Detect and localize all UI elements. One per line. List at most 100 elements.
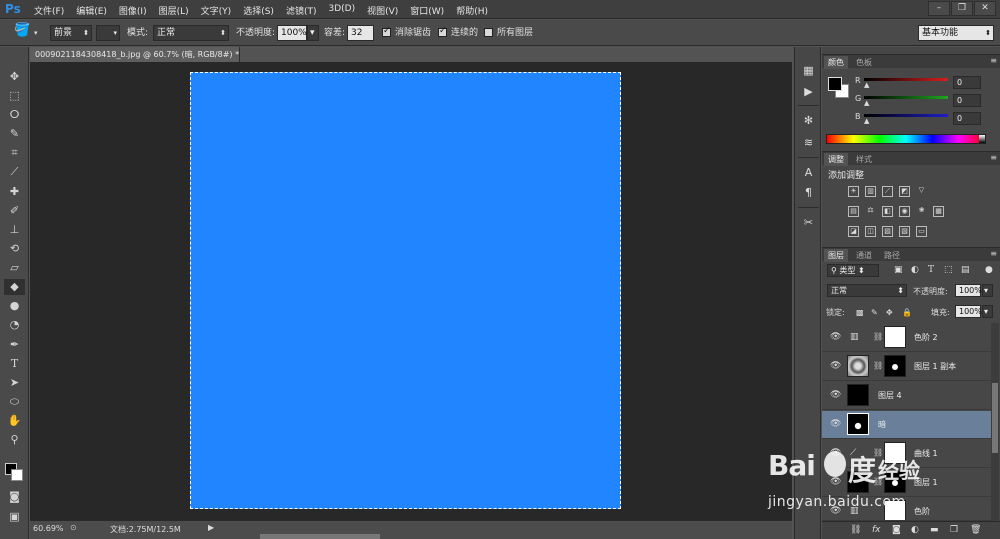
blue-value-input[interactable]: 0 [953, 112, 981, 125]
selective-color-icon[interactable]: ▧ [899, 226, 910, 237]
blur-tool-icon[interactable]: ● [4, 298, 25, 314]
paragraph-panel-icon[interactable]: ¶ [800, 185, 817, 201]
menu-filter[interactable]: 滤镜(T) [286, 4, 317, 17]
filter-toggle-icon[interactable]: ● [985, 265, 993, 275]
visibility-eye-icon[interactable]: 👁 [830, 419, 841, 429]
layer-thumbnail[interactable] [847, 355, 869, 377]
ellipse-tool-icon[interactable]: ⬭ [4, 394, 25, 410]
fx-icon[interactable]: fx [872, 525, 881, 535]
preset-chevron-down-icon[interactable]: ▾ [34, 26, 38, 40]
minimize-button[interactable]: – [928, 1, 950, 16]
gradient-map-triangle-icon[interactable]: ▽ [916, 186, 927, 197]
canvas[interactable] [190, 72, 621, 509]
layers-scrollbar[interactable] [991, 323, 999, 521]
document-tab[interactable]: 0009021184308418_b.jpg @ 60.7% (暗, RGB/8… [30, 47, 240, 62]
threshold-icon[interactable]: ▨ [882, 226, 893, 237]
type-tool-icon[interactable]: T [4, 356, 25, 372]
green-slider[interactable] [864, 96, 948, 99]
mask-icon[interactable]: ◙ [892, 525, 901, 535]
gradient-map-icon[interactable]: ▭ [916, 226, 927, 237]
layer-name[interactable]: 图层 4 [878, 390, 902, 401]
menu-3d[interactable]: 3D(D) [328, 4, 355, 17]
foreground-color-swatch[interactable] [828, 77, 842, 91]
lock-transparent-icon[interactable]: ▩ [856, 308, 864, 317]
menu-file[interactable]: 文件(F) [34, 4, 64, 17]
quick-mask-icon[interactable]: ◙ [4, 489, 25, 505]
posterize-icon[interactable]: ◫ [865, 226, 876, 237]
adjustment-icon[interactable]: ◐ [911, 525, 919, 535]
layer-name[interactable]: 图层 1 副本 [914, 361, 956, 372]
clone-stamp-tool-icon[interactable]: ⊥ [4, 222, 25, 238]
red-slider-thumb[interactable]: ▲ [864, 81, 869, 89]
filter-smart-object-icon[interactable]: ▤ [961, 265, 970, 275]
eraser-tool-icon[interactable]: ▱ [4, 260, 25, 276]
color-balance-icon[interactable]: ⚖ [865, 206, 876, 217]
healing-brush-tool-icon[interactable]: ✚ [4, 184, 25, 200]
layer-row[interactable]: 👁 ▥ ⛓ 色阶 2 [822, 324, 992, 352]
horizontal-scrollbar[interactable] [260, 534, 380, 539]
status-menu-arrow-icon[interactable]: ▶ [208, 523, 214, 532]
tab-adjustments[interactable]: 调整 [824, 153, 848, 166]
new-layer-icon[interactable]: ❐ [950, 525, 958, 535]
actions-panel-icon[interactable]: ▶ [800, 84, 817, 100]
trash-icon[interactable]: 🗑 [970, 525, 981, 535]
layer-name[interactable]: 色阶 2 [914, 332, 938, 343]
fill-toggle[interactable]: ▾ [982, 305, 993, 318]
opacity-input[interactable]: 100% [277, 25, 307, 41]
mask-link-icon[interactable]: ⛓ [873, 361, 883, 370]
layer-mask-thumbnail[interactable] [884, 355, 906, 377]
contiguous-checkbox[interactable] [438, 26, 447, 37]
curves-icon[interactable]: ⟋ [882, 186, 893, 197]
restore-button[interactable]: ❐ [951, 1, 973, 16]
layer-thumbnail[interactable] [847, 413, 869, 435]
quick-select-tool-icon[interactable]: ✎ [4, 126, 25, 142]
tab-styles[interactable]: 样式 [852, 153, 876, 166]
mode-select[interactable]: 正常 ⬍ [153, 25, 229, 41]
lock-image-icon[interactable]: ✎ [871, 308, 878, 317]
panel-menu-icon[interactable]: ≡ [990, 153, 997, 162]
mask-link-icon[interactable]: ⛓ [873, 332, 883, 341]
channel-mixer-icon[interactable]: ❀ [916, 206, 927, 217]
pattern-picker[interactable]: ▾ [96, 25, 120, 41]
tab-paths[interactable]: 路径 [880, 249, 904, 262]
filter-pixel-icon[interactable]: ▣ [894, 265, 903, 275]
crop-tool-icon[interactable]: ⌗ [4, 145, 25, 161]
all-layers-checkbox[interactable] [484, 28, 493, 37]
blue-slider[interactable] [864, 114, 948, 117]
layer-mask-thumbnail[interactable] [884, 326, 906, 348]
layer-name[interactable]: 暗 [878, 419, 886, 430]
eyedropper-tool-icon[interactable]: ⟋ [4, 164, 25, 180]
history-panel-icon[interactable]: ▦ [800, 63, 817, 79]
zoom-level[interactable]: 60.69% [33, 524, 64, 533]
link-icon[interactable]: ⛓ [850, 525, 861, 535]
brush-tool-icon[interactable]: ✐ [4, 203, 25, 219]
menu-select[interactable]: 选择(S) [243, 4, 274, 17]
path-selection-tool-icon[interactable]: ➤ [4, 375, 25, 391]
group-icon[interactable]: ▬ [930, 525, 939, 535]
history-brush-tool-icon[interactable]: ⟲ [4, 241, 25, 257]
levels-icon[interactable]: ▥ [865, 186, 876, 197]
tolerance-input[interactable]: 32 [347, 25, 374, 41]
tool-presets-icon[interactable]: ✂ [800, 215, 817, 231]
brightness-icon[interactable]: ☀ [848, 186, 859, 197]
filter-shape-icon[interactable]: ⬚ [944, 265, 953, 275]
black-white-icon[interactable]: ◧ [882, 206, 893, 217]
menu-type[interactable]: 文字(Y) [201, 4, 232, 17]
dodge-tool-icon[interactable]: ◔ [4, 317, 25, 333]
menu-view[interactable]: 视图(V) [367, 4, 398, 17]
filter-type-icon[interactable]: T [928, 265, 934, 275]
workspace-select[interactable]: 基本功能 ⬍ [918, 25, 994, 41]
close-button[interactable]: ✕ [974, 1, 996, 16]
green-slider-thumb[interactable]: ▲ [864, 99, 869, 107]
layer-opacity-input[interactable]: 100% [955, 284, 982, 297]
visibility-eye-icon[interactable]: 👁 [830, 332, 841, 342]
invert-icon[interactable]: ◪ [848, 226, 859, 237]
color-lookup-icon[interactable]: ▦ [933, 206, 944, 217]
tab-swatches[interactable]: 色板 [852, 56, 876, 69]
character-panel-icon[interactable]: A [800, 165, 817, 181]
filter-adjustment-icon[interactable]: ◐ [911, 265, 919, 275]
hand-tool-icon[interactable]: ✋ [4, 413, 25, 429]
tab-color[interactable]: 颜色 [824, 56, 848, 69]
antialias-checkbox[interactable] [382, 26, 391, 37]
menu-window[interactable]: 窗口(W) [410, 4, 444, 17]
